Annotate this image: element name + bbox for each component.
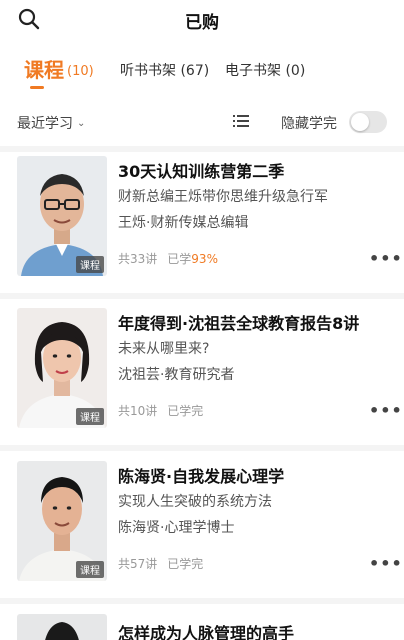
progress-value: 93%	[191, 252, 218, 266]
course-badge: 课程	[76, 561, 104, 578]
tab-count: (0)	[285, 63, 306, 79]
lesson-count: 共10讲	[118, 404, 158, 418]
course-title: 怎样成为人脉管理的高手	[118, 624, 295, 640]
course-badge: 课程	[76, 256, 104, 273]
tab-ebook-shelf[interactable]: 电子书架 (0)	[225, 60, 305, 80]
page-title: 已购	[185, 13, 219, 33]
tab-audiobook-shelf[interactable]: 听书书架 (67)	[120, 60, 209, 80]
lesson-count: 共33讲	[118, 252, 158, 266]
sort-label: 最近学习	[17, 116, 73, 132]
top-bar: 已购	[0, 0, 404, 38]
course-meta: 共10讲 已学完	[118, 402, 203, 419]
course-card[interactable]: 课程 年度得到·沈祖芸全球教育报告8讲 未来从哪里来? 沈祖芸·教育研究者 共1…	[0, 308, 404, 458]
course-meta: 共57讲 已学完	[118, 555, 203, 572]
course-title: 陈海贤·自我发展心理学	[118, 467, 285, 486]
hide-finished-label: 隐藏学完	[281, 116, 337, 132]
section-divider	[0, 293, 404, 299]
tab-bar: 课程 (10) 听书书架 (67) 电子书架 (0)	[0, 52, 404, 92]
course-card[interactable]: 怎样成为人脉管理的高手	[0, 614, 404, 640]
course-badge: 课程	[76, 408, 104, 425]
section-divider	[0, 146, 404, 152]
course-title: 年度得到·沈祖芸全球教育报告8讲	[118, 314, 360, 333]
lesson-count: 共57讲	[118, 557, 158, 571]
section-divider	[0, 445, 404, 451]
course-title: 30天认知训练营第二季	[118, 162, 285, 181]
tab-courses[interactable]: 课程 (10)	[24, 54, 94, 83]
course-author: 王烁·财新传媒总编辑	[118, 215, 249, 231]
toggle-knob	[351, 113, 369, 131]
tab-count: (10)	[67, 64, 94, 79]
course-card[interactable]: 课程 30天认知训练营第二季 财新总编王烁带你思维升级急行军 王烁·财新传媒总编…	[0, 156, 404, 306]
course-subtitle: 未来从哪里来?	[118, 341, 210, 357]
section-divider	[0, 598, 404, 604]
hide-finished-toggle[interactable]	[349, 111, 387, 133]
course-author: 沈祖芸·教育研究者	[118, 367, 235, 383]
course-cover: 课程	[17, 308, 107, 428]
course-cover: 课程	[17, 156, 107, 276]
course-subtitle: 实现人生突破的系统方法	[118, 494, 272, 510]
course-meta: 共33讲 已学93%	[118, 250, 218, 267]
list-view-icon[interactable]	[232, 112, 250, 130]
course-subtitle: 财新总编王烁带你思维升级急行军	[118, 189, 328, 205]
course-author: 陈海贤·心理学博士	[118, 520, 235, 536]
course-cover: 课程	[17, 461, 107, 581]
sort-dropdown[interactable]: 最近学习 ⌄	[17, 113, 85, 133]
tab-label: 电子书架	[225, 63, 281, 79]
tab-count: (67)	[180, 63, 210, 79]
more-options-icon[interactable]: •••	[369, 401, 403, 420]
course-cover	[17, 614, 107, 640]
progress-label: 已学	[167, 252, 192, 266]
filter-bar: 最近学习 ⌄ 隐藏学完	[0, 108, 404, 138]
progress-label: 已学完	[167, 404, 204, 418]
course-card[interactable]: 课程 陈海贤·自我发展心理学 实现人生突破的系统方法 陈海贤·心理学博士 共57…	[0, 461, 404, 611]
tab-label: 课程	[24, 58, 64, 82]
active-tab-indicator	[30, 86, 44, 89]
tab-label: 听书书架	[120, 63, 176, 79]
more-options-icon[interactable]: •••	[369, 249, 403, 268]
more-options-icon[interactable]: •••	[369, 554, 403, 573]
progress-label: 已学完	[167, 557, 204, 571]
chevron-down-icon: ⌄	[77, 118, 86, 129]
